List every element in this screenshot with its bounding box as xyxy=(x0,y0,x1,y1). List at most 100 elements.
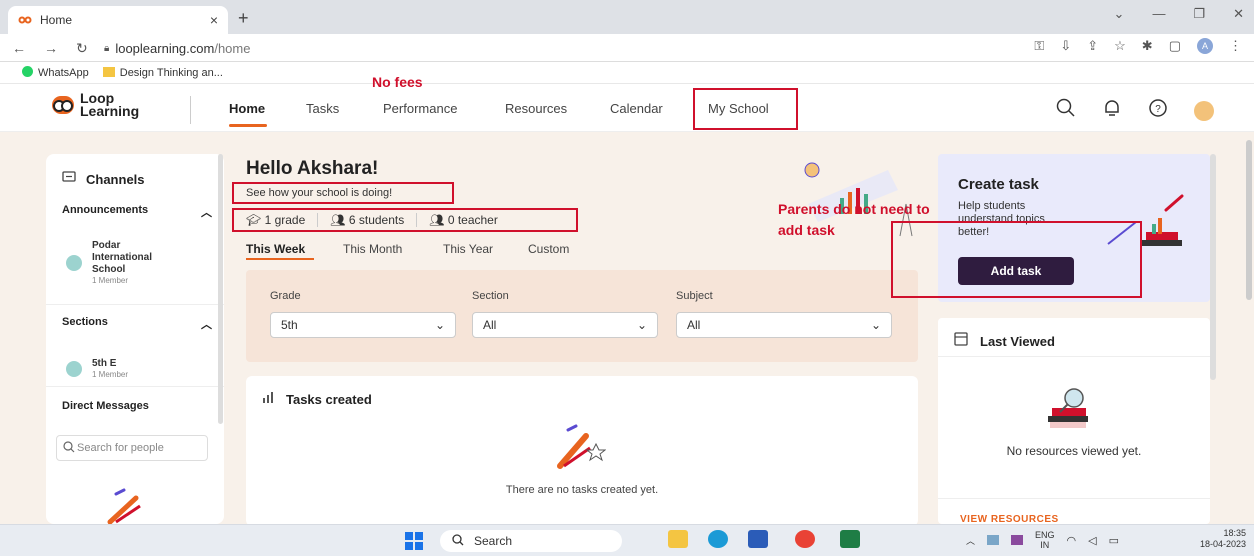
user-avatar[interactable] xyxy=(1194,100,1214,121)
reload-icon[interactable]: ↻ xyxy=(76,40,88,57)
bell-icon[interactable] xyxy=(1102,98,1122,123)
chevron-up-icon: ︿ xyxy=(201,319,212,331)
volume-icon[interactable]: ◁ xyxy=(1088,534,1096,547)
system-tray: ︿ ENG IN ◠ ◁ ▭ xyxy=(966,530,1119,550)
forward-icon[interactable]: → xyxy=(44,40,58,57)
last-viewed-card: Last Viewed No resources viewed yet. VIE… xyxy=(938,318,1210,525)
chat-icon xyxy=(62,170,76,189)
tab-this-week[interactable]: This Week xyxy=(246,242,305,256)
header-icons: ? xyxy=(1056,98,1214,123)
url-field[interactable]: 🔒︎ looplearning.com/home xyxy=(104,38,250,58)
svg-text:?: ? xyxy=(1155,104,1161,115)
divider xyxy=(938,356,1210,357)
channels-heading: Channels xyxy=(62,170,145,189)
nav-tasks[interactable]: Tasks xyxy=(306,101,339,116)
announcements-header[interactable]: Announcements ︿ xyxy=(62,204,212,220)
language-indicator[interactable]: ENG IN xyxy=(1035,530,1055,550)
chevron-down-icon: ⌄ xyxy=(870,318,881,332)
chrome-icon[interactable] xyxy=(795,530,815,548)
url-host: looplearning.com xyxy=(115,40,215,56)
tab-this-month[interactable]: This Month xyxy=(343,242,402,256)
last-viewed-heading: Last Viewed xyxy=(954,332,1055,351)
browser-toolbar-icons: ⚿ ⇩ ⇪ ☆ ✱ ▢ A ⋮ xyxy=(1034,38,1242,54)
chevron-down-icon: ⌄ xyxy=(434,318,445,332)
active-nav-underline xyxy=(229,124,267,127)
windows-start-icon[interactable] xyxy=(404,531,424,556)
document-icon xyxy=(954,332,968,351)
create-task-title: Create task xyxy=(958,176,1039,193)
loop-learning-logo[interactable]: Loop Learning xyxy=(52,91,139,118)
channel-podar-school[interactable]: Podar International School 1 Member xyxy=(66,240,172,285)
search-icon xyxy=(452,533,464,549)
loop-favicon-icon xyxy=(18,13,32,27)
direct-messages-heading: Direct Messages xyxy=(62,400,149,412)
key-icon[interactable]: ⚿ xyxy=(1034,38,1044,54)
sidepanel-icon[interactable]: ▢ xyxy=(1169,38,1181,54)
sidebar-scrollbar[interactable] xyxy=(218,154,223,424)
close-tab-icon[interactable]: × xyxy=(210,12,218,28)
greeting-title: Hello Akshara! xyxy=(246,158,379,179)
tab-search-icon[interactable]: ⌄ xyxy=(1114,6,1125,22)
sections-header[interactable]: Sections ︿ xyxy=(62,316,212,332)
search-icon[interactable] xyxy=(1056,98,1076,123)
bookmark-design-thinking[interactable]: Design Thinking an... xyxy=(102,66,223,79)
battery-icon[interactable]: ▭ xyxy=(1109,534,1119,547)
install-icon[interactable]: ⇩ xyxy=(1060,38,1071,54)
nav-home[interactable]: Home xyxy=(229,101,265,116)
browser-nav: ← → ↻ xyxy=(12,40,88,57)
help-icon[interactable]: ? xyxy=(1148,98,1168,123)
tab-title: Home xyxy=(40,13,73,27)
window-controls: ⌄ — ❐ ✕ xyxy=(1114,6,1244,22)
close-window-icon[interactable]: ✕ xyxy=(1233,6,1244,22)
annotation-box-stats xyxy=(232,208,578,232)
chevron-up-icon: ︿ xyxy=(201,207,212,219)
share-icon[interactable]: ⇪ xyxy=(1087,38,1098,54)
filter-grade-label: Grade xyxy=(270,290,301,302)
divider xyxy=(46,386,224,387)
menu-kebab-icon[interactable]: ⋮ xyxy=(1229,38,1242,54)
profile-avatar-icon[interactable]: A xyxy=(1197,38,1213,54)
no-resources-message: No resources viewed yet. xyxy=(1006,444,1142,458)
chevron-up-icon[interactable]: ︿ xyxy=(966,534,975,547)
tasks-created-heading: Tasks created xyxy=(262,390,372,408)
logo-divider xyxy=(190,96,191,124)
subject-select[interactable]: All ⌄ xyxy=(676,312,892,338)
tab-custom[interactable]: Custom xyxy=(528,242,569,256)
minimize-icon[interactable]: — xyxy=(1152,6,1165,22)
excel-icon[interactable] xyxy=(840,530,860,548)
section-select[interactable]: All ⌄ xyxy=(472,312,658,338)
filter-panel: Grade 5th ⌄ Section All ⌄ Subject All ⌄ xyxy=(246,270,918,362)
tray-photo-icon[interactable] xyxy=(1011,535,1024,545)
grade-select[interactable]: 5th ⌄ xyxy=(270,312,456,338)
word-icon[interactable] xyxy=(748,530,768,548)
taskbar-search[interactable]: Search xyxy=(440,530,622,552)
taskbar-clock[interactable]: 18:35 18-04-2023 xyxy=(1200,528,1246,550)
new-tab-button[interactable]: + xyxy=(238,8,249,29)
tab-this-year[interactable]: This Year xyxy=(443,242,493,256)
edge-icon[interactable] xyxy=(708,530,728,548)
divider xyxy=(938,498,1210,499)
browser-tab[interactable]: Home × xyxy=(8,6,228,34)
empty-tasks-illustration xyxy=(546,422,607,477)
nav-resources[interactable]: Resources xyxy=(505,101,567,116)
bookmark-star-icon[interactable]: ☆ xyxy=(1114,38,1126,54)
restore-icon[interactable]: ❐ xyxy=(1193,6,1205,22)
nav-calendar[interactable]: Calendar xyxy=(610,101,663,116)
section-5th-e[interactable]: 5th E1 Member xyxy=(66,358,128,379)
wifi-icon[interactable]: ◠ xyxy=(1067,534,1077,547)
annotation-box-add-task xyxy=(891,221,1142,298)
nav-performance[interactable]: Performance xyxy=(383,101,457,116)
file-explorer-icon[interactable] xyxy=(668,530,688,548)
back-icon[interactable]: ← xyxy=(12,40,26,57)
right-panel-scrollbar[interactable] xyxy=(1210,154,1216,380)
tray-app-icon[interactable] xyxy=(987,535,1000,545)
bookmark-whatsapp[interactable]: WhatsApp xyxy=(22,66,89,79)
divider xyxy=(46,304,224,305)
page-scrollbar[interactable] xyxy=(1246,140,1252,300)
extensions-icon[interactable]: ✱ xyxy=(1142,38,1153,54)
url-path: /home xyxy=(214,40,251,56)
folder-icon xyxy=(102,66,115,77)
annotation-box-subtitle xyxy=(232,182,454,204)
bookmarks-bar: WhatsApp Design Thinking an... xyxy=(0,62,1254,84)
search-people-input[interactable]: Search for people xyxy=(56,435,208,461)
